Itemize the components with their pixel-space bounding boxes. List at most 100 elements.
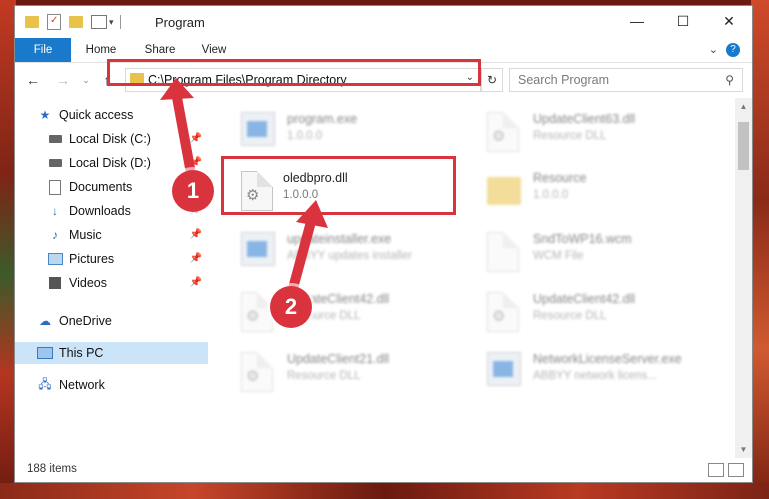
ribbon-expand-icon[interactable]: ⌄ [709, 43, 718, 56]
music-icon: ♪ [52, 228, 58, 242]
scroll-up-icon[interactable]: ▲ [735, 98, 752, 115]
minimize-button[interactable]: — [614, 6, 660, 36]
sidebar-item-label: Pictures [69, 252, 115, 266]
item-count: 188 items [27, 463, 77, 475]
sidebar-item-pictures[interactable]: Pictures 📌 [47, 248, 208, 270]
sidebar-item-this-pc[interactable]: This PC [15, 342, 208, 364]
view-switcher [708, 463, 744, 477]
sidebar-item-music[interactable]: ♪ Music 📌 [47, 224, 208, 246]
view-options-icon[interactable] [91, 15, 107, 29]
computer-icon [37, 345, 53, 361]
file-detail: Resource DLL [287, 370, 361, 382]
file-name: UpdateClient63.dll [533, 112, 636, 126]
sidebar-item-label: Documents [69, 180, 133, 194]
refresh-button[interactable]: ↻ [481, 68, 503, 92]
folder-item[interactable]: Resource 1.0.0.0 [483, 165, 723, 217]
file-item[interactable]: ⚙ UpdateClient42.dll Resource DLL [483, 286, 723, 338]
file-detail: 1.0.0.0 [287, 130, 323, 142]
window-title: Program [155, 15, 205, 30]
recent-locations-icon[interactable]: ⌄ [77, 71, 95, 89]
file-detail: WCM File [533, 250, 584, 262]
pictures-icon [47, 251, 63, 267]
sidebar-item-onedrive[interactable]: ☁ OneDrive [37, 310, 208, 332]
status-bar: 188 items [15, 458, 752, 482]
folder-icon[interactable] [25, 16, 39, 28]
file-list: program.exe 1.0.0.0 ⚙ UpdateClient63.dll… [213, 98, 738, 458]
file-name: UpdateClient42.dll [533, 292, 636, 306]
properties-icon[interactable]: ✓ [47, 14, 61, 30]
tab-file[interactable]: File [15, 38, 71, 62]
file-item[interactable]: ⚙ UpdateClient63.dll Resource DLL [483, 106, 723, 158]
file-name: SndToWP16.wcm [533, 232, 632, 246]
file-detail: Resource DLL [533, 130, 607, 142]
pin-icon[interactable]: 📌 [190, 253, 202, 264]
sidebar-item-label: Music [69, 228, 102, 242]
pin-icon[interactable]: 📌 [190, 157, 202, 168]
address-highlight-box [107, 59, 481, 86]
sidebar-item-quick-access[interactable]: ★ Quick access [37, 104, 208, 126]
title-bar: ✓ ▾ Program — ☐ ✕ [15, 6, 752, 38]
search-icon: ⚲ [725, 73, 734, 87]
file-item[interactable]: updateinstaller.exe ABBYY updates instal… [237, 226, 477, 278]
scroll-thumb[interactable] [738, 122, 749, 170]
scroll-down-icon[interactable]: ▼ [735, 441, 752, 458]
file-icon [487, 232, 523, 272]
details-view-icon[interactable] [708, 463, 724, 477]
search-placeholder: Search Program [518, 73, 610, 87]
sidebar-item-label: Network [59, 378, 105, 392]
drive-icon [47, 155, 63, 171]
navigation-pane: ★ Quick access Local Disk (C:) 📌 Local D… [15, 98, 212, 458]
cloud-icon: ☁ [39, 314, 51, 328]
step-1-badge: 1 [172, 170, 214, 212]
file-item[interactable]: ⚙ UpdateClient21.dll Resource DLL [237, 346, 477, 398]
star-icon: ★ [39, 108, 51, 122]
file-item[interactable]: NetworkLicenseServer.exe ABBYY network l… [483, 346, 723, 398]
vertical-scrollbar[interactable]: ▲ ▼ [735, 98, 752, 458]
exe-icon [487, 352, 523, 392]
file-name: Resource [533, 171, 587, 185]
dll-icon: ⚙ [487, 112, 523, 152]
drive-icon [47, 131, 63, 147]
file-highlight-box [221, 156, 456, 215]
sidebar-item-label: Local Disk (C:) [69, 132, 151, 146]
help-icon[interactable]: ? [726, 43, 740, 57]
wallpaper-right [751, 0, 769, 499]
file-name: UpdateClient21.dll [287, 352, 390, 366]
search-input[interactable]: Search Program ⚲ [509, 68, 743, 92]
exe-icon [241, 232, 277, 272]
downloads-icon: ↓ [52, 204, 58, 218]
sidebar-item-label: This PC [59, 346, 104, 360]
file-item[interactable]: program.exe 1.0.0.0 [237, 106, 477, 158]
dll-icon: ⚙ [241, 352, 277, 392]
quick-access-toolbar: ✓ ▾ [25, 14, 121, 30]
sidebar-item-label: OneDrive [59, 314, 112, 328]
wallpaper-bottom [0, 483, 769, 499]
back-arrow-icon[interactable]: ← [24, 71, 42, 89]
pin-icon[interactable]: 📌 [190, 133, 202, 144]
sidebar-item-label: Local Disk (D:) [69, 156, 151, 170]
pin-icon[interactable]: 📌 [190, 229, 202, 240]
file-detail: ABBYY updates installer [287, 250, 413, 262]
file-detail: 1.0.0.0 [533, 189, 569, 201]
pin-icon[interactable]: 📌 [190, 277, 202, 288]
file-name: updateinstaller.exe [287, 232, 392, 246]
sidebar-item-label: Downloads [69, 204, 131, 218]
maximize-button[interactable]: ☐ [660, 6, 706, 36]
exe-icon [241, 112, 277, 152]
folder-icon [487, 171, 523, 211]
new-folder-icon[interactable] [69, 16, 83, 28]
sidebar-item-label: Videos [69, 276, 107, 290]
file-item[interactable]: SndToWP16.wcm WCM File [483, 226, 723, 278]
videos-icon [47, 275, 63, 291]
sidebar-item-videos[interactable]: Videos 📌 [47, 272, 208, 294]
large-icons-view-icon[interactable] [728, 463, 744, 477]
step-2-badge: 2 [270, 286, 312, 328]
sidebar-item-network[interactable]: 🖧 Network [37, 374, 208, 396]
title-divider [119, 15, 121, 29]
chevron-down-icon[interactable]: ▾ [109, 17, 114, 28]
forward-arrow-icon[interactable]: → [54, 71, 72, 89]
file-name: NetworkLicenseServer.exe [533, 352, 682, 366]
file-name: program.exe [287, 112, 358, 126]
sidebar-item-local-disk-c[interactable]: Local Disk (C:) 📌 [47, 128, 208, 150]
close-button[interactable]: ✕ [706, 6, 752, 36]
